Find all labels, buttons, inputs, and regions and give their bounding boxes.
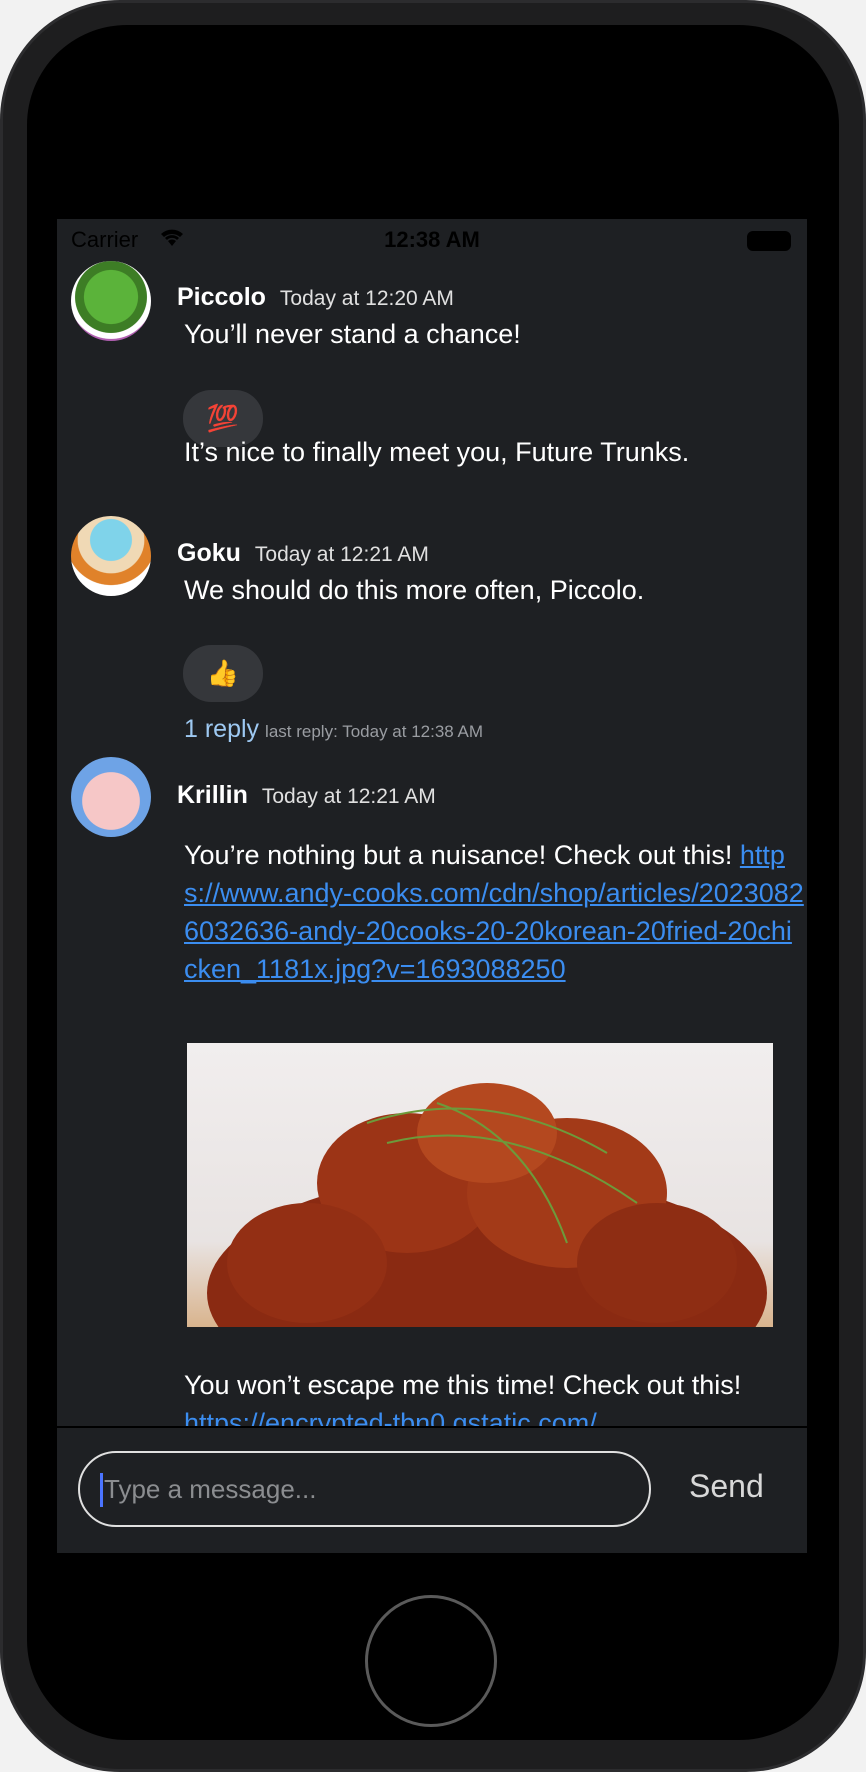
home-button[interactable] xyxy=(365,1595,497,1727)
thread-reply-link[interactable]: 1 reply last reply: Today at 12:38 AM xyxy=(184,715,483,744)
author-name[interactable]: Krillin Today at 12:21 AM xyxy=(177,781,436,810)
author-name[interactable]: Piccolo Today at 12:20 AM xyxy=(177,283,454,312)
timestamp: Today at 12:20 AM xyxy=(279,287,454,310)
message-text: It’s nice to finally meet you, Future Tr… xyxy=(184,437,690,467)
phone-frame: Carrier 12:38 AM Piccolo Today at 12:20 A… xyxy=(0,0,866,1772)
reaction-thumbs-up[interactable]: 👍 xyxy=(183,645,263,702)
link-preview-image[interactable] xyxy=(187,1043,773,1327)
timestamp: Today at 12:21 AM xyxy=(254,543,429,566)
message-list[interactable]: Piccolo Today at 12:20 AM You’ll never st… xyxy=(57,261,807,1426)
avatar-piccolo[interactable] xyxy=(71,261,151,341)
message-text: We should do this more often, Piccolo. xyxy=(184,575,645,605)
message-text: You’ll never stand a chance! xyxy=(184,319,521,349)
text-caret xyxy=(100,1473,103,1507)
message-text: You won’t escape me this time! Check out… xyxy=(184,1366,804,1426)
avatar-goku[interactable] xyxy=(71,516,151,596)
last-reply-time: last reply: Today at 12:38 AM xyxy=(265,722,484,741)
timestamp: Today at 12:21 AM xyxy=(261,785,436,808)
composer-bar: Type a message... Send xyxy=(57,1426,807,1553)
message-link[interactable]: https://encrypted-tbn0.gstatic.com/ xyxy=(184,1408,597,1426)
message-text: You’re nothing but a nuisance! Check out… xyxy=(184,840,804,984)
input-placeholder: Type a message... xyxy=(104,1474,317,1504)
status-bar: Carrier 12:38 AM xyxy=(57,219,807,261)
avatar-krillin[interactable] xyxy=(71,757,151,837)
send-button[interactable]: Send xyxy=(689,1468,764,1505)
clock: 12:38 AM xyxy=(384,227,480,252)
chat-screen: Carrier 12:38 AM Piccolo Today at 12:20 A… xyxy=(57,219,807,1553)
author-name[interactable]: Goku Today at 12:21 AM xyxy=(177,539,429,568)
battery-icon xyxy=(747,231,791,251)
message-input[interactable]: Type a message... xyxy=(78,1451,651,1527)
